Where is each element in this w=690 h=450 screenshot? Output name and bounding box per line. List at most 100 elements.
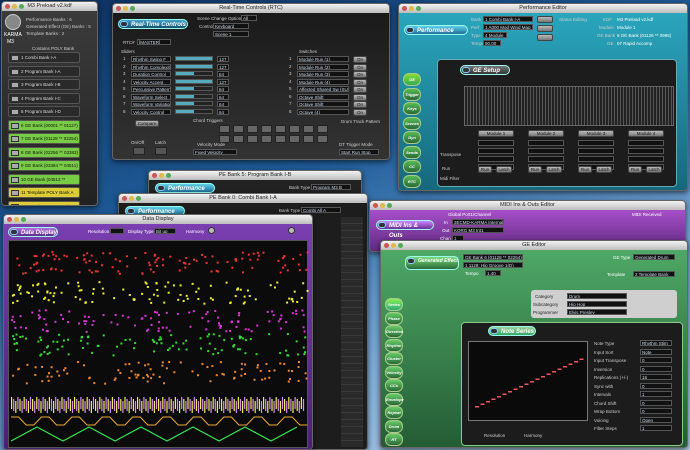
zoom-icon[interactable] [130,6,135,11]
ge-tab[interactable]: CCs [385,379,403,392]
slider-name-select[interactable]: Rhythm Swing F [131,56,171,62]
slider-bar[interactable] [175,78,213,84]
zoom-icon[interactable] [416,6,421,11]
ge-tab[interactable]: Envelope [385,392,404,406]
module-param-field[interactable] [478,156,514,162]
module-latch-button[interactable]: Latch [646,166,662,173]
zoom-icon[interactable] [19,4,24,9]
minimize-icon[interactable] [159,173,164,178]
switch-name-select[interactable]: Affected Shared Sw (SUSP) [297,86,349,92]
karma-window-titlebar[interactable]: M3 Preload v2.kdf [2,2,97,11]
rtc-number-select[interactable]: [MASTER] [137,39,171,45]
chord-trigger-pad[interactable] [233,135,244,143]
slider-value[interactable]: 64 [217,71,229,77]
zoom-icon[interactable] [387,203,392,208]
ge-tab[interactable]: Rhythm [385,338,403,352]
module-header-button[interactable]: Module 2 [528,130,564,137]
switch-toggle-button[interactable]: On [353,56,367,63]
zoom-icon[interactable] [21,217,26,222]
chord-trigger-pad[interactable] [247,125,258,133]
init-button[interactable] [537,25,553,32]
perf-tab[interactable]: CC Offsets [403,160,421,181]
module-param-field[interactable] [578,140,614,146]
chord-trigger-pad[interactable] [261,135,272,143]
switch-name-select[interactable]: Octave (4) [297,108,349,115]
module-header-button[interactable]: Module 1 [478,130,514,137]
chord-trigger-pad[interactable] [261,125,272,133]
switch-toggle-button[interactable]: On [353,71,367,78]
module-header-button[interactable]: Module 4 [628,130,664,137]
switch-name-select[interactable]: Module Run (1) [297,56,349,62]
close-icon[interactable] [373,203,378,208]
zoom-knob-icon[interactable] [288,227,295,234]
ge-bank-select[interactable]: GE Bank 6 (01128 ** 02254) [463,254,523,260]
tempo-field[interactable]: 90.00 [483,40,501,46]
module-latch-button[interactable]: Latch [496,166,512,173]
chord-trigger-pad[interactable] [289,135,300,143]
store-button[interactable] [537,16,553,23]
slider-name-select[interactable]: Velocity Control [131,108,171,115]
ge-titlebar[interactable]: GE Editor [381,241,687,250]
minimize-icon[interactable] [380,203,385,208]
perf-tab[interactable]: RTC [403,174,421,188]
slider-bar[interactable] [175,86,213,91]
slider-value[interactable]: 127 [217,63,229,70]
close-icon[interactable] [5,4,10,9]
ge-tab[interactable]: Velocity [385,365,403,379]
module-param-field[interactable] [528,148,564,154]
data-titlebar[interactable]: Data Display [4,215,312,224]
switch-toggle-button[interactable]: On [353,93,367,101]
display-type-select[interactable]: Bit up [154,228,176,234]
category-select[interactable]: Drum [567,293,627,299]
midi-titlebar[interactable]: MIDI Ins & Outs Editor [370,201,685,210]
perf-titlebar[interactable]: Performance Editor [399,4,687,13]
module-run-button[interactable]: Run [528,166,542,173]
slot-item[interactable]: 8 GE Bank (02256 ** 03383) [8,146,80,158]
on-off-led[interactable] [133,147,145,155]
switch-name-select[interactable]: Octave Shift [297,101,349,107]
slot-item[interactable]: 3 Program Bank I-B [8,79,80,90]
close-icon[interactable] [116,6,121,11]
slider-value[interactable]: 127 [217,78,229,85]
zoom-knob-icon[interactable] [208,227,215,234]
ge-select[interactable]: 1 1128: Hip Groove 1(D) [463,262,523,268]
velocity-mode-select[interactable]: Fixed Velocity [193,149,237,155]
programmer-field[interactable]: Elvis Presley [567,309,627,315]
template-select[interactable]: 2 Template Bank [633,271,675,277]
chord-trigger-pad[interactable] [233,125,244,133]
ge-tab[interactable]: Direction [385,325,403,338]
slider-name-select[interactable]: Percussive Pattern [131,86,171,92]
module-param-field[interactable] [628,156,664,162]
resolution-select[interactable] [110,228,124,234]
slider-value[interactable]: 64 [217,108,229,115]
module-run-button[interactable]: Run [578,166,592,173]
slot-item[interactable]: 10 GE Bank (04512 ** 05639) [8,173,80,192]
slider-value[interactable]: 64 [217,93,229,100]
ge-tab[interactable]: Repeat [385,406,403,419]
dt-trigger-select[interactable]: Start Run Stop [339,149,379,155]
chord-trigger-pad[interactable] [317,125,328,133]
ge-tab[interactable]: Series [385,298,403,311]
compare-button[interactable]: Compare [135,120,159,127]
slider-name-select[interactable]: Velocity Accent [131,78,171,85]
zoom-icon[interactable] [398,243,403,248]
chord-trigger-pad[interactable] [303,125,314,133]
switch-name-select[interactable]: Module Run (4) [297,78,349,85]
slot-item[interactable]: 1 Combi Bank I-A [8,52,80,63]
slider-bar[interactable] [175,56,213,61]
module-latch-button[interactable]: Latch [596,166,612,173]
ge-tab[interactable]: RT Params [385,433,403,446]
scene-change-select[interactable]: All [241,15,257,21]
perf-tab[interactable]: Keys [403,102,421,115]
chord-trigger-pad[interactable] [275,135,286,143]
bank-type-select[interactable]: Program M3 B [311,184,351,190]
close-icon[interactable] [384,243,389,248]
slider-bar[interactable] [175,63,213,69]
slot-item[interactable]: 4 Program Bank I-C [8,92,80,104]
type-select[interactable]: 4 Module [483,32,507,38]
perf-tab[interactable]: Trigger [403,87,421,101]
switch-toggle-button[interactable]: On [353,86,367,93]
switch-name-select[interactable]: Module Run (3) [297,71,349,77]
param-value[interactable]: Note [640,348,672,355]
latch-led[interactable] [155,147,167,155]
